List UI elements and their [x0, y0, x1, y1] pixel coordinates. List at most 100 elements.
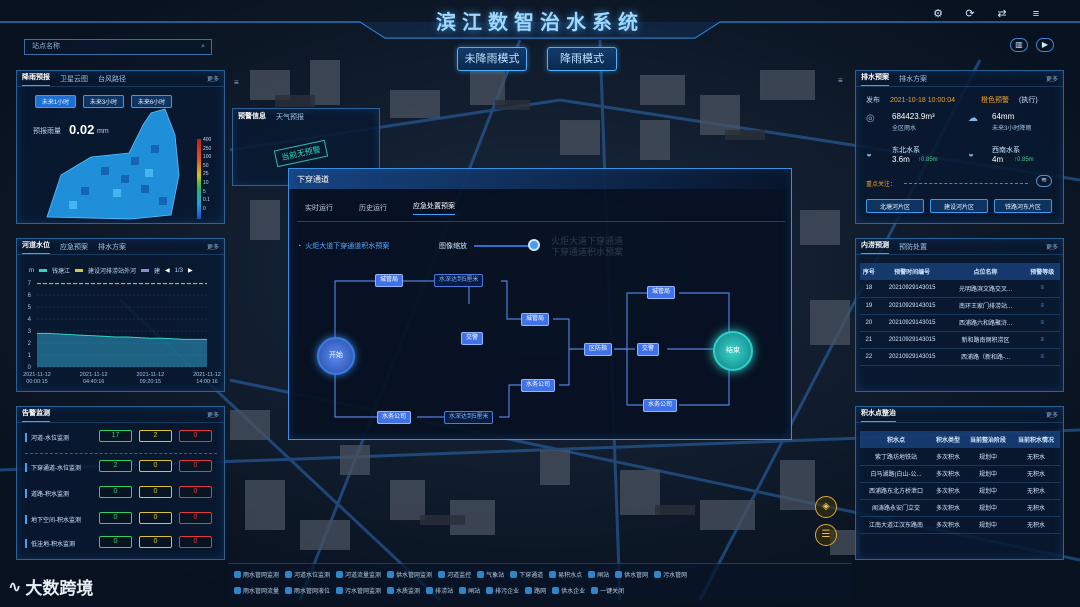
node-district-flood-hq[interactable]: 区防指 — [584, 343, 613, 356]
alarm-count-badge[interactable]: 0 — [179, 430, 212, 442]
tab-drain-plan[interactable]: 排水预案 — [861, 71, 889, 86]
swap-arrows-icon[interactable]: ⇄ — [994, 6, 1010, 22]
table-row[interactable]: 闻涛路永安门立交 多次积水 规划中 无积水 — [860, 499, 1060, 516]
tab-weather-forecast[interactable]: 天气预报 — [276, 112, 304, 122]
area-jianshe-button[interactable]: 建设河片区 — [930, 199, 988, 213]
node-urban-mgmt-2[interactable]: 城管局 — [521, 313, 550, 326]
table-row[interactable]: 江南大道江汉东路南 多次积水 规划中 无积水 — [860, 516, 1060, 533]
mode-rain-button[interactable]: 降雨模式 — [547, 47, 617, 71]
legend-toggle[interactable]: 一键关闭 — [591, 586, 624, 595]
level-list-icon[interactable]: ≡ — [1025, 348, 1060, 365]
table-row[interactable]: 西浦路东北方桥泄口 多次积水 规划中 无积水 — [860, 482, 1060, 499]
tab-flood-prediction[interactable]: 内涝预测 — [861, 239, 889, 254]
alarm-count-badge[interactable]: 0 — [139, 536, 172, 548]
legend-toggle[interactable]: 易积水点 — [549, 570, 582, 579]
legend-toggle[interactable]: 污水管网 — [654, 570, 687, 579]
node-traffic-police-2[interactable]: 交警 — [637, 343, 660, 356]
tab-drain-scheme-2[interactable]: 排水方案 — [899, 74, 927, 84]
tab-warning-info[interactable]: 预警信息 — [238, 110, 266, 124]
node-water-company-2[interactable]: 水务公司 — [521, 379, 556, 392]
level-list-icon[interactable]: ≡ — [1025, 280, 1060, 297]
legend-toggle[interactable]: 排污企业 — [486, 586, 519, 595]
map-icon[interactable]: ▥ — [1010, 38, 1028, 52]
alarm-count-badge[interactable]: 0 — [179, 460, 212, 472]
alarm-count-badge[interactable]: 0 — [99, 536, 132, 548]
alarm-count-badge[interactable]: 0 — [179, 486, 212, 498]
alarm-count-badge[interactable]: 2 — [139, 430, 172, 442]
legend-prev-icon[interactable]: ◀ — [165, 267, 170, 274]
alarm-count-badge[interactable]: 0 — [139, 486, 172, 498]
legend-toggle[interactable]: 下穿通道 — [510, 570, 543, 579]
layer-stack-icon[interactable]: ◈ — [815, 496, 837, 518]
node-water-company-3[interactable]: 水务公司 — [643, 399, 678, 412]
legend-toggle[interactable]: 水质监测 — [387, 586, 420, 595]
flow-start-node[interactable]: 开始 — [317, 337, 355, 375]
tab-typhoon[interactable]: 台风路径 — [98, 74, 126, 84]
legend-item-3[interactable]: 建 — [154, 266, 160, 275]
alarm-count-badge[interactable]: 0 — [179, 512, 212, 524]
mode-no-rain-button[interactable]: 未降雨模式 — [457, 47, 527, 71]
alarm-count-badge[interactable]: 0 — [99, 486, 132, 498]
expand-chevron-icon[interactable]: ≋ — [1036, 175, 1052, 187]
table-row[interactable]: 22 20210929143015 西浦路（新和路-... ≡ — [860, 348, 1060, 365]
area-tielu-button[interactable]: 铁路河东片区 — [994, 199, 1052, 213]
table-row[interactable]: 21 20210929143015 新和路南侧积涝区 ≡ — [860, 331, 1060, 348]
alarm-more-link[interactable]: 更多 — [207, 410, 219, 419]
legend-next-icon[interactable]: ▶ — [188, 267, 193, 274]
alarm-count-badge[interactable]: 0 — [139, 512, 172, 524]
node-depth-5cm-2[interactable]: 水深达到5厘米 — [444, 411, 494, 424]
node-depth-5cm-1[interactable]: 水深达到5厘米 — [434, 274, 484, 287]
rain-more-link[interactable]: 更多 — [207, 74, 219, 83]
alarm-count-badge[interactable]: 0 — [179, 536, 212, 548]
tab-emergency-plan[interactable]: 应急预案 — [60, 242, 88, 252]
legend-toggle[interactable]: 河道流量监测 — [336, 570, 381, 579]
search-icon[interactable]: ⌕ — [201, 40, 205, 54]
legend-toggle[interactable]: 河道监控 — [438, 570, 471, 579]
legend-toggle[interactable]: 雨水管网流量 — [234, 586, 279, 595]
alarm-count-badge[interactable]: 0 — [139, 460, 172, 472]
sliders-icon[interactable]: ≡ — [1028, 6, 1044, 22]
node-urban-mgmt-3[interactable]: 城管局 — [647, 286, 676, 299]
table-row[interactable]: 紫丁路坊地铁站 多次积水 规划中 无积水 — [860, 448, 1060, 465]
level-list-icon[interactable]: ≡ — [1025, 331, 1060, 348]
legend-item-2[interactable]: 建设河排涝站外河 — [88, 266, 136, 275]
area-beitang-button[interactable]: 北塘河片区 — [866, 199, 924, 213]
node-traffic-police-1[interactable]: 交警 — [461, 332, 484, 345]
alarm-count-badge[interactable]: 0 — [99, 512, 132, 524]
legend-toggle[interactable]: 排涝站 — [426, 586, 453, 595]
legend-toggle[interactable]: 供水管网 — [615, 570, 648, 579]
legend-toggle[interactable]: 污水管网监测 — [336, 586, 381, 595]
river-level-chart[interactable]: 765432102021-11-1200:00:152021-11-1204:4… — [17, 275, 226, 391]
rain-grid-map[interactable] — [41, 105, 211, 223]
legend-toggle[interactable]: 路网 — [525, 586, 546, 595]
legend-toggle[interactable]: 闸站 — [459, 586, 480, 595]
tab-satellite[interactable]: 卫星云图 — [60, 74, 88, 84]
legend-toggle[interactable]: 雨水管网监测 — [234, 570, 279, 579]
tab-rain-forecast[interactable]: 降雨预报 — [22, 71, 50, 86]
table-row[interactable]: 白马湖路(白山-公... 多次积水 规划中 无积水 — [860, 465, 1060, 482]
legend-toggle[interactable]: 河道水位监测 — [285, 570, 330, 579]
layers-icon[interactable]: ☰ — [815, 524, 837, 546]
table-row[interactable]: 19 20210929143015 南环王家门排涝站... ≡ — [860, 297, 1060, 314]
settings-gear-icon[interactable]: ⚙ — [930, 6, 946, 22]
tab-prevention[interactable]: 预防处置 — [899, 242, 927, 252]
left-collapse-icon[interactable]: ≡ — [234, 78, 239, 87]
node-urban-mgmt-1[interactable]: 城管局 — [375, 274, 404, 287]
tab-river-level[interactable]: 河道水位 — [22, 239, 50, 254]
station-search-input[interactable]: 站点名称 ⌕ — [24, 39, 212, 55]
node-water-company-1[interactable]: 水务公司 — [377, 411, 412, 424]
alarm-count-badge[interactable]: 2 — [99, 460, 132, 472]
legend-toggle[interactable]: 供水企业 — [552, 586, 585, 595]
legend-toggle[interactable]: 闸站 — [588, 570, 609, 579]
refresh-icon[interactable]: ⟳ — [962, 6, 978, 22]
waterlog-more-link[interactable]: 更多 — [1046, 410, 1058, 419]
flood-more-link[interactable]: 更多 — [1046, 242, 1058, 251]
right-collapse-icon[interactable]: ≡ — [838, 76, 843, 85]
table-row[interactable]: 20 20210929143015 西浦路六和路聚浒... ≡ — [860, 314, 1060, 331]
tab-drain-scheme[interactable]: 排水方案 — [98, 242, 126, 252]
alarm-count-badge[interactable]: 17 — [99, 430, 132, 442]
level-list-icon[interactable]: ≡ — [1025, 314, 1060, 331]
table-row[interactable]: 18 20210929143015 光明路滨文路交叉... ≡ — [860, 280, 1060, 297]
legend-toggle[interactable]: 雨水管网液位 — [285, 586, 330, 595]
legend-toggle[interactable]: 气象站 — [477, 570, 504, 579]
